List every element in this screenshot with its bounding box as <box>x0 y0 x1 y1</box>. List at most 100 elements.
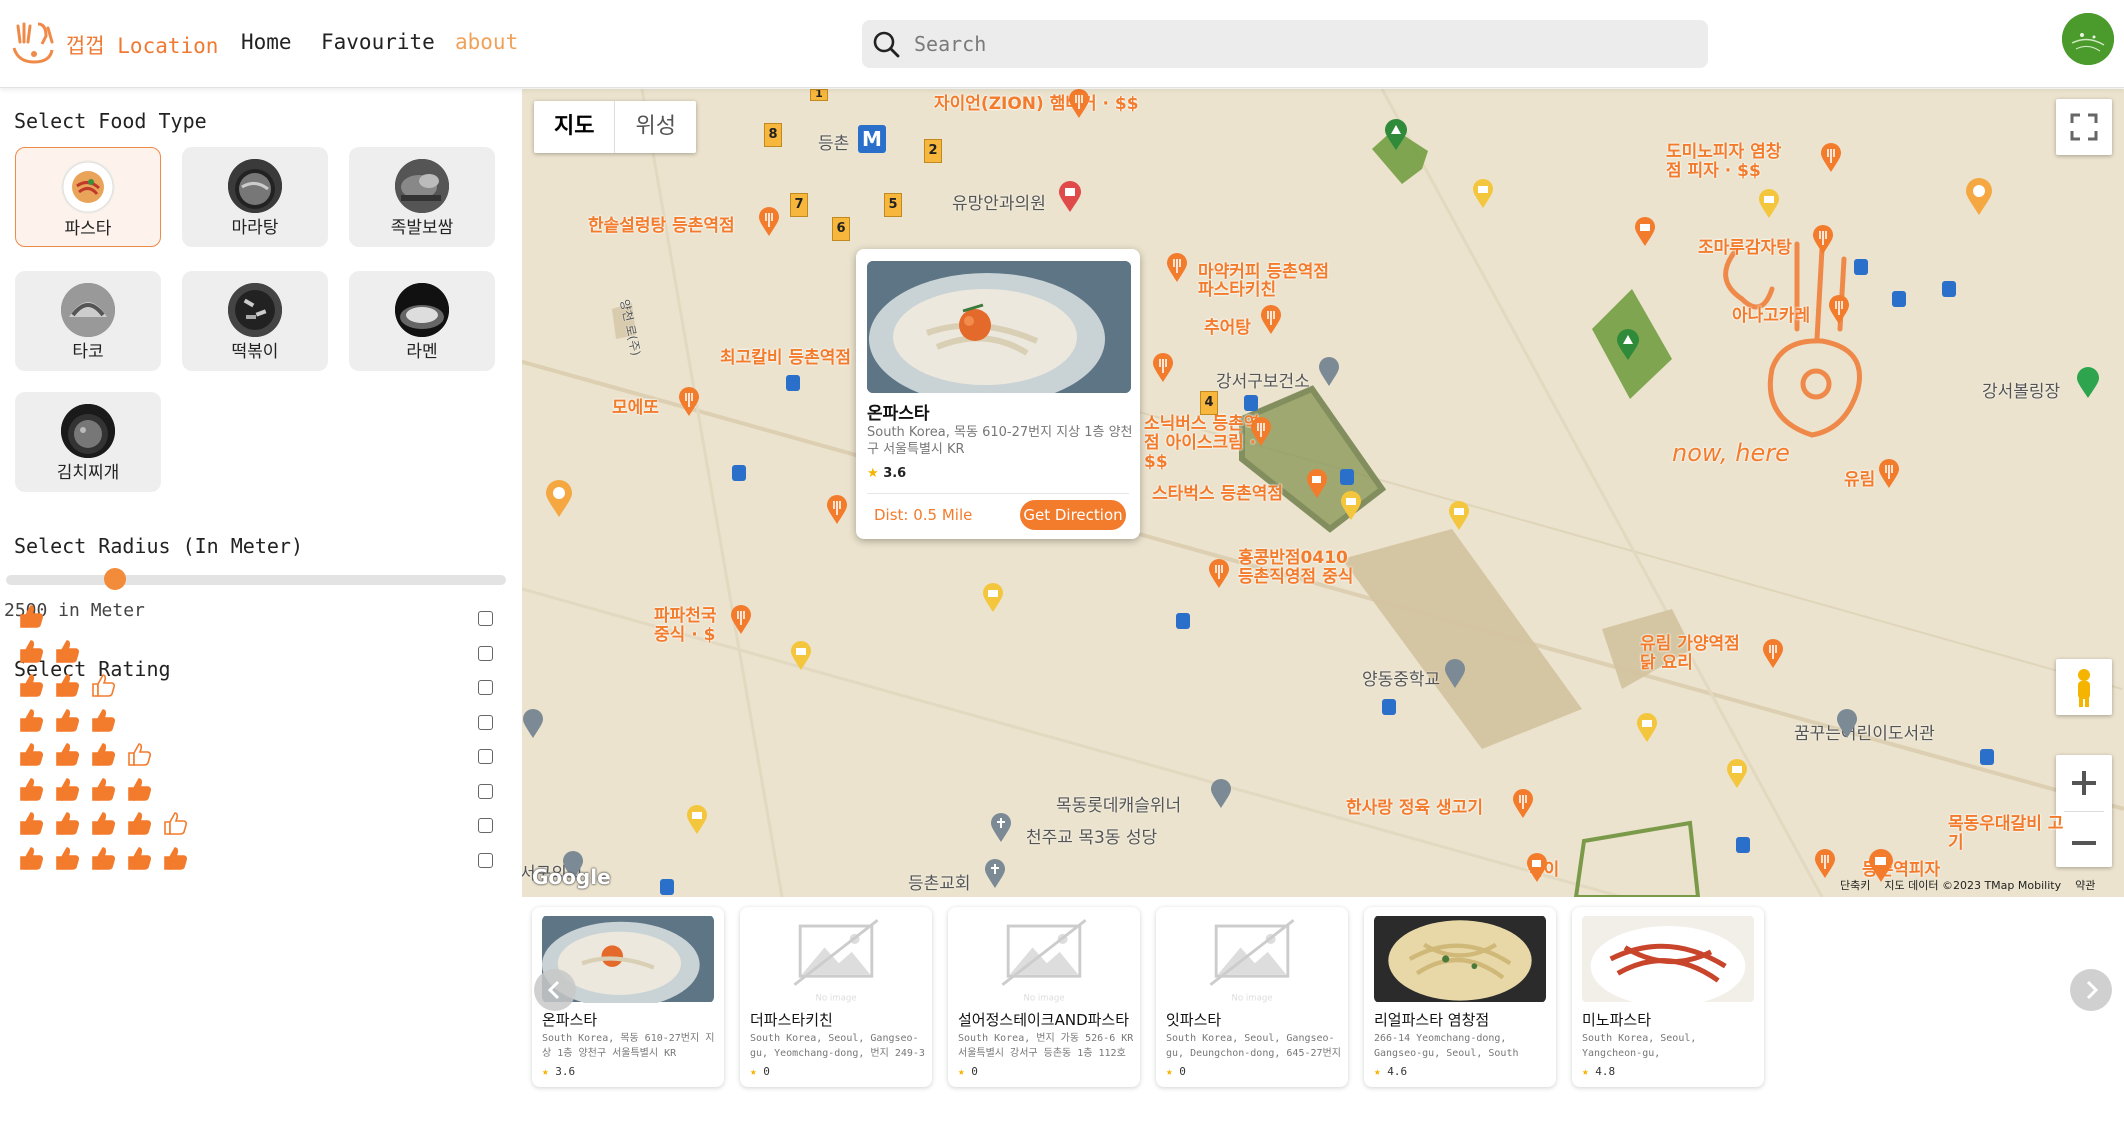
map-place-label[interactable]: 천주교 목3동 성당 <box>1026 823 1157 848</box>
bus-stop-icon[interactable] <box>1942 281 1956 297</box>
restaurant-pin-icon[interactable] <box>1166 253 1188 283</box>
school-pin-icon[interactable] <box>522 709 544 739</box>
bowling-pin-icon[interactable] <box>2076 367 2100 399</box>
carousel-prev-button[interactable] <box>534 969 576 1011</box>
rating-option[interactable] <box>18 776 498 810</box>
map-restaurant-label[interactable]: 파스타키친 <box>1198 275 1276 300</box>
bus-stop-number[interactable]: 7 <box>790 193 808 217</box>
map-restaurant-label[interactable]: 홍콩반점0410 등촌직영점 중식 <box>1238 549 1358 587</box>
restaurant-card[interactable]: No image 잇파스타 South Korea, Seoul, Gangseo-… <box>1156 907 1348 1087</box>
map-restaurant-label[interactable]: 추어탕 <box>1204 313 1251 338</box>
rating-checkbox[interactable] <box>478 852 493 868</box>
google-logo[interactable]: Google <box>532 865 611 889</box>
health-center-pin-icon[interactable] <box>1318 357 1340 387</box>
park-pin-icon[interactable] <box>1616 329 1640 361</box>
map-restaurant-label[interactable]: 목동우대갈비 고기 <box>1948 815 2066 853</box>
restaurant-card[interactable]: 미노파스타 South Korea, Seoul, Yangcheon-gu, M… <box>1572 907 1764 1087</box>
bus-stop-icon[interactable] <box>1736 837 1750 853</box>
map-place-label[interactable]: 등촌교회 <box>908 869 971 894</box>
apartment-pin-icon[interactable] <box>1210 779 1232 809</box>
metro-icon[interactable]: M <box>858 125 886 153</box>
rating-checkbox[interactable] <box>478 783 493 799</box>
bus-stop-icon[interactable] <box>1980 749 1994 765</box>
nav-about[interactable]: about <box>455 30 518 54</box>
church-pin-icon[interactable] <box>984 859 1006 889</box>
bus-stop-number[interactable]: 4 <box>1200 391 1218 415</box>
map-restaurant-label[interactable]: 유림 가양역점 닭 요리 <box>1640 635 1760 673</box>
zoom-in-button[interactable] <box>2056 755 2112 811</box>
shopping-pin-icon[interactable] <box>1726 759 1748 789</box>
bus-stop-icon[interactable] <box>1176 613 1190 629</box>
bus-stop-icon[interactable] <box>1382 699 1396 715</box>
rating-option[interactable] <box>18 638 498 672</box>
avatar[interactable] <box>2062 13 2114 65</box>
map-type-satellite[interactable]: 위성 <box>615 101 695 153</box>
clinic-pin-icon[interactable] <box>1058 181 1082 213</box>
cafe-pin-icon[interactable] <box>1526 853 1548 883</box>
rating-option[interactable] <box>18 603 498 637</box>
shopping-pin-icon[interactable] <box>790 641 812 671</box>
bus-stop-icon[interactable] <box>1854 259 1868 275</box>
library-pin-icon[interactable] <box>1836 709 1858 739</box>
rating-option[interactable] <box>18 810 498 844</box>
restaurant-pin-icon[interactable] <box>1208 559 1230 589</box>
restaurant-pin-icon[interactable] <box>1260 305 1282 335</box>
cafe-pin-icon[interactable] <box>1306 469 1328 499</box>
logo-icon[interactable] <box>8 18 60 70</box>
map-place-label[interactable]: 유망안과의원 <box>952 189 1046 214</box>
restaurant-pin-icon[interactable] <box>678 387 700 417</box>
rating-checkbox[interactable] <box>478 818 493 833</box>
restaurant-pin-icon[interactable] <box>1152 353 1174 383</box>
bus-stop-icon[interactable] <box>1340 469 1354 485</box>
bus-stop-icon[interactable] <box>1892 291 1906 307</box>
bus-stop-icon[interactable] <box>732 465 746 481</box>
restaurant-pin-icon[interactable] <box>1820 143 1842 173</box>
map-restaurant-label[interactable]: 한솥설렁탕 등촌역점 <box>588 211 735 236</box>
restaurant-pin-icon[interactable] <box>1878 459 1900 489</box>
location-pin-icon[interactable] <box>1964 177 1994 217</box>
bus-stop-icon[interactable] <box>660 879 674 895</box>
rating-option[interactable] <box>18 845 498 879</box>
map-restaurant-label[interactable]: 최고칼비 등촌역점 <box>720 343 851 368</box>
school-pin-icon[interactable] <box>1444 659 1466 689</box>
food-type-malatang[interactable]: 마라탕 <box>182 147 328 247</box>
bus-stop-icon[interactable] <box>1244 395 1258 411</box>
map-place-label[interactable]: 목동롯데캐슬위너 <box>1056 791 1181 816</box>
get-direction-button[interactable]: Get Direction <box>1020 500 1126 530</box>
search-input[interactable] <box>914 20 1694 68</box>
restaurant-pin-icon[interactable] <box>1512 789 1534 819</box>
rating-option[interactable] <box>18 707 498 741</box>
food-type-tteokbokki[interactable]: 떡볶이 <box>182 271 328 371</box>
restaurant-pin-icon[interactable] <box>1068 89 1090 119</box>
restaurant-pin-icon[interactable] <box>758 207 780 237</box>
radius-slider-track[interactable] <box>6 575 506 585</box>
map-restaurant-label[interactable]: 파파천국 중식 · $ <box>654 607 734 645</box>
map-restaurant-label[interactable]: 소닉버스 등촌역점 아이스크림 · $$ <box>1144 415 1262 472</box>
keyboard-shortcuts-link[interactable]: 단축키 <box>1840 879 1870 892</box>
restaurant-pin-icon[interactable] <box>1828 295 1850 325</box>
map-restaurant-label[interactable]: 한사랑 정육 생고기 <box>1346 793 1483 818</box>
bus-stop-icon[interactable] <box>786 375 800 391</box>
food-type-pasta[interactable]: 파스타 <box>15 147 161 247</box>
church-pin-icon[interactable] <box>990 813 1012 843</box>
shopping-pin-icon[interactable] <box>1472 179 1494 209</box>
map-restaurant-label[interactable]: 모에또 <box>612 393 659 418</box>
brand-title[interactable]: 껍껍 Location <box>66 30 218 60</box>
rating-checkbox[interactable] <box>478 714 493 730</box>
map-restaurant-label[interactable]: 조마루감자탕 <box>1698 233 1792 258</box>
bus-stop-number[interactable]: 8 <box>764 123 782 147</box>
rating-option[interactable] <box>18 672 498 706</box>
nav-home[interactable]: Home <box>241 30 292 54</box>
rating-checkbox[interactable] <box>478 611 493 626</box>
restaurant-pin-icon[interactable] <box>1814 849 1836 879</box>
terms-link[interactable]: 약관 <box>2075 879 2095 892</box>
rating-checkbox[interactable] <box>478 680 493 695</box>
map-place-label[interactable]: 꿈꾸는어린이도서관 <box>1794 719 1935 744</box>
restaurant-pin-icon[interactable] <box>730 605 752 635</box>
shopping-pin-icon[interactable] <box>1634 217 1656 247</box>
bus-stop-number[interactable]: 5 <box>884 193 902 217</box>
bus-stop-number[interactable]: 2 <box>924 139 942 163</box>
bus-stop-number[interactable]: 1 <box>810 89 828 101</box>
map-view[interactable]: 지도 위성 자이언(ZION) 햄버거 · $$ 한솥설렁탕 등촌역점 최고칼비… <box>522 89 2124 897</box>
map-type-map[interactable]: 지도 <box>534 101 616 153</box>
